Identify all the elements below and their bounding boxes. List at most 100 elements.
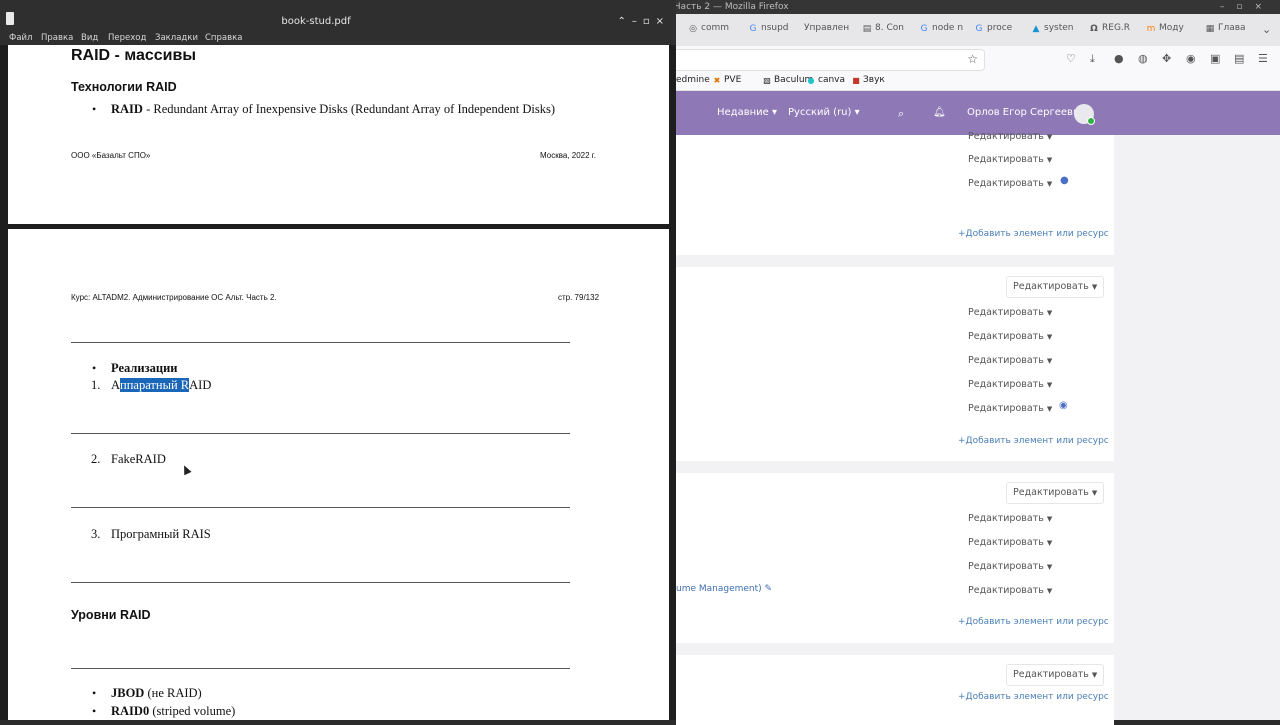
doc-icon: ▤ (862, 24, 872, 34)
url-bar[interactable]: ☆ (676, 49, 985, 71)
book-icon: ▦ (1205, 24, 1215, 34)
tab-systen[interactable]: ▲ systen (1031, 23, 1074, 34)
tab-reg[interactable]: Ω REG.R (1089, 23, 1130, 34)
hardware-raid-item[interactable]: Аппаратный RAID (111, 378, 211, 393)
page-heading: RAID - массивы (71, 47, 196, 64)
firefox-window-controls[interactable]: –▫× (1220, 0, 1274, 14)
menu-edit[interactable]: Правка (41, 31, 73, 46)
tab-comm[interactable]: ◎ comm (688, 23, 729, 34)
divider (71, 433, 570, 434)
bookmark-redmine[interactable]: edmine (676, 75, 710, 85)
edit-dropdown[interactable]: Редактировать ▼ (962, 127, 1058, 147)
bullet-dot: • (92, 704, 97, 718)
tab-glava[interactable]: ▦ Глава (1205, 23, 1246, 34)
edit-dropdown[interactable]: Редактировать ▼ (962, 557, 1058, 577)
lvm-activity-link[interactable]: ume Management) ✎ (676, 584, 772, 594)
bookmark-canva[interactable]: ● canva (806, 75, 846, 86)
proxmox-icon: ✖ (713, 76, 721, 85)
add-activity-link[interactable]: +Добавить элемент или ресурс (958, 692, 1109, 702)
edit-dropdown[interactable]: Редактировать ▼ (962, 174, 1058, 194)
edit-dropdown[interactable]: Редактировать ▼ (1006, 664, 1105, 686)
bookmarks-toolbar: edmine ✖ PVE ▧ Baculum ● canva ■ Звук (676, 72, 1280, 91)
tab-modu[interactable]: m Моду (1146, 23, 1184, 34)
tab-proce[interactable]: Gproce (974, 23, 1013, 34)
zvuk-icon: ■ (852, 76, 860, 85)
add-activity-link[interactable]: +Добавить элемент или ресурс (958, 229, 1109, 239)
tab-con[interactable]: ▤ 8. Con (862, 23, 904, 34)
google-icon: G (975, 24, 983, 34)
edit-dropdown[interactable]: Редактировать ▼ (962, 150, 1058, 170)
recent-dropdown[interactable]: Недавние ▾ (717, 107, 777, 118)
tab-node[interactable]: Gnode n (919, 23, 964, 34)
firefox-navbar: ☆ ♡ ⤓ ● ◍ ✥ ◉ ▣ ▤ ☰ (676, 46, 1280, 72)
list-number: 2. (91, 452, 101, 466)
bookmark-pve[interactable]: ✖ PVE (712, 75, 742, 86)
extension4-icon[interactable]: ◉ (1186, 52, 1196, 65)
online-status-dot (1087, 117, 1095, 125)
avatar[interactable] (1074, 104, 1095, 125)
list-number: 3. (91, 527, 101, 541)
software-raid-item: Програмный RAIS (111, 527, 211, 541)
tab-list-icon[interactable]: ⌄ (1262, 23, 1271, 36)
fakeraid-item: FakeRAID (111, 452, 166, 466)
bullet-dot: • (92, 102, 97, 116)
user-menu[interactable]: Орлов Егор Сергеевич (967, 107, 1085, 118)
edit-dropdown[interactable]: Редактировать ▼ (962, 399, 1058, 419)
google-icon: G (920, 24, 928, 34)
menu-help[interactable]: Справка (205, 31, 242, 46)
raid-definition: RAID - Redundant Array of Inexpensive Di… (111, 102, 556, 116)
menu-bookmarks[interactable]: Закладки (155, 31, 198, 46)
edit-dropdown[interactable]: Редактировать ▼ (962, 351, 1058, 371)
edit-dropdown[interactable]: Редактировать ▼ (962, 533, 1058, 553)
rss-icon[interactable]: ▣ (1210, 52, 1220, 65)
divider (71, 668, 570, 669)
menu-file[interactable]: Файл (9, 31, 32, 46)
reg-icon: Ω (1090, 24, 1098, 34)
edit-dropdown[interactable]: Редактировать ▼ (1006, 482, 1105, 504)
download-icon[interactable]: ⤓ (1090, 52, 1095, 66)
pencil-icon[interactable]: ✎ (765, 584, 773, 594)
edit-dropdown[interactable]: Редактировать ▼ (962, 375, 1058, 395)
menu-view[interactable]: Вид (81, 31, 98, 46)
course-section-card: Редактировать ▼ Редактировать ▼ Редактиров… (676, 473, 1114, 643)
edit-dropdown[interactable]: Редактировать ▼ (962, 303, 1058, 323)
implementations-label: Реализации (111, 361, 178, 375)
document-view[interactable]: RAID - массивы Технологии RAID • RAID - … (0, 45, 676, 720)
page-footer-left: ООО «Базальт СПО» (71, 151, 151, 160)
edit-dropdown[interactable]: Редактировать ▼ (962, 581, 1058, 601)
edit-dropdown[interactable]: Редактировать ▼ (1006, 276, 1105, 298)
bullet-dot: • (92, 361, 97, 375)
extension2-icon[interactable]: ◍ (1138, 52, 1148, 65)
menu-icon[interactable]: ☰ (1258, 52, 1268, 65)
text-selection: ппаратный R (120, 378, 190, 392)
add-activity-link[interactable]: +Добавить элемент или ресурс (958, 436, 1109, 446)
add-activity-link[interactable]: +Добавить элемент или ресурс (958, 617, 1109, 627)
baculum-icon: ▧ (763, 76, 771, 85)
bookmark-star-icon[interactable]: ☆ (967, 52, 978, 66)
firefox-tabbar: ◎ comm Gnsupd Управлен ▤ 8. Con Gnode n Gp… (676, 14, 1280, 46)
extension5-icon[interactable]: ▤ (1234, 52, 1244, 65)
extension-icon[interactable]: ● (1114, 52, 1124, 65)
extension3-icon[interactable]: ✥ (1162, 52, 1171, 65)
menu-go[interactable]: Переход (108, 31, 146, 46)
bell-icon[interactable]: 🔔︎ (933, 107, 946, 118)
language-dropdown[interactable]: Русский (ru) ▾ (788, 107, 860, 118)
pdf-titlebar: book-stud.pdf ⌃–▫× (0, 12, 676, 30)
edit-dropdown[interactable]: Редактировать ▼ (962, 509, 1058, 529)
tab-nsupd[interactable]: Gnsupd (748, 23, 789, 34)
edit-dropdown[interactable]: Редактировать ▼ (962, 327, 1058, 347)
pdf-window-title: book-stud.pdf (281, 16, 351, 27)
person-icon: ● (1060, 175, 1069, 186)
tab-upravlen[interactable]: Управлен (804, 23, 849, 33)
bookmark-zvuk[interactable]: ■ Звук (851, 75, 885, 86)
page-header-left: Курс: ALTADM2. Администрирование ОС Альт… (71, 293, 277, 302)
window-controls[interactable]: ⌃–▫× (617, 14, 670, 30)
arch-icon: ▲ (1032, 24, 1040, 34)
pocket-icon[interactable]: ♡ (1066, 52, 1076, 65)
divider (71, 507, 570, 508)
page-footer-right: Москва, 2022 г. (540, 151, 596, 160)
search-icon[interactable]: ⌕ (898, 107, 904, 121)
pdf-page: Курс: ALTADM2. Администрирование ОС Альт… (8, 229, 669, 720)
bullet-dot: • (92, 686, 97, 700)
list-number: 1. (91, 378, 101, 392)
